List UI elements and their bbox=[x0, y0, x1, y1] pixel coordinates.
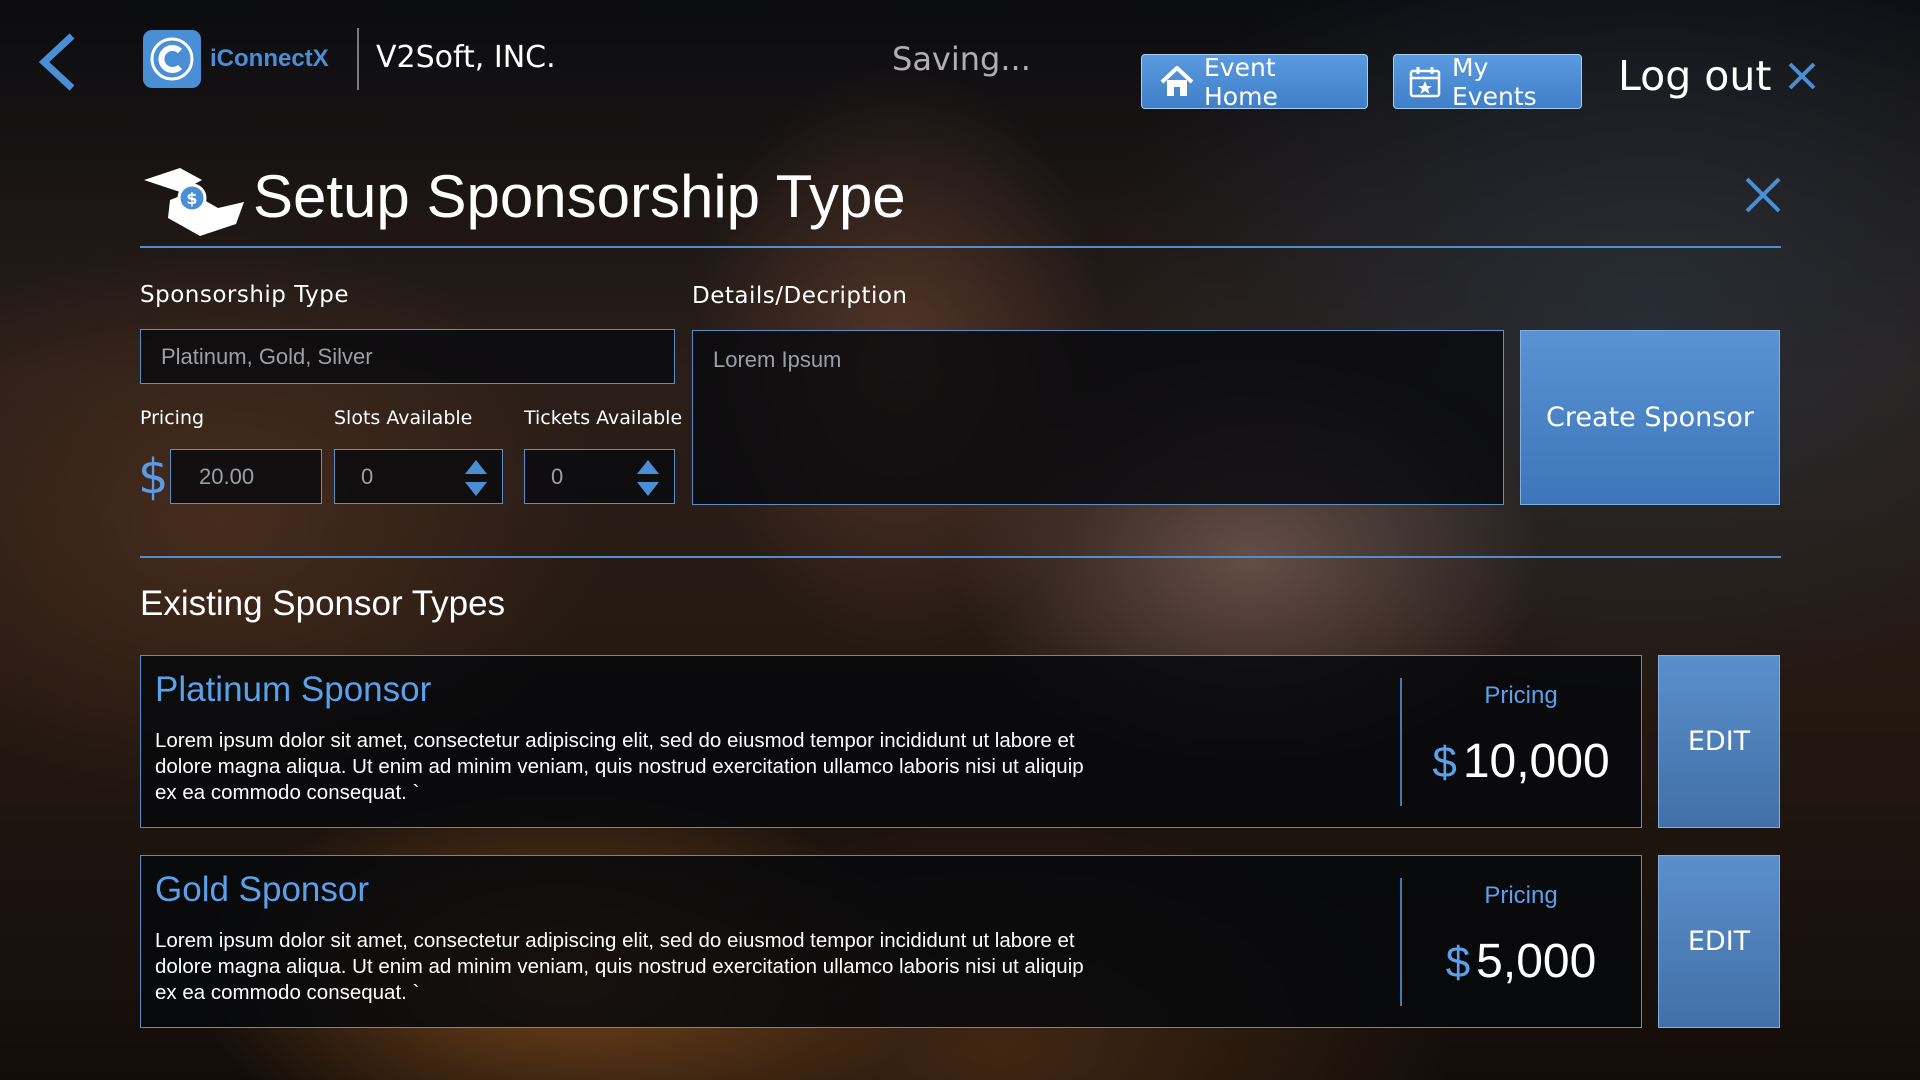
create-sponsor-button[interactable]: Create Sponsor bbox=[1520, 330, 1780, 505]
pricing-label: Pricing bbox=[1484, 682, 1558, 709]
page-title: Setup Sponsorship Type bbox=[253, 163, 906, 230]
sponsor-price: $5,000 bbox=[1401, 934, 1641, 989]
price-amount: 10,000 bbox=[1462, 735, 1610, 788]
calendar-star-icon bbox=[1408, 65, 1442, 99]
details-label: Details/Decription bbox=[692, 283, 908, 309]
existing-sponsor-types-title: Existing Sponsor Types bbox=[140, 584, 506, 623]
slots-available-label: Slots Available bbox=[334, 407, 473, 429]
logout-label: Log out bbox=[1618, 52, 1772, 100]
panel-close-button[interactable] bbox=[1744, 176, 1782, 214]
slots-value: 0 bbox=[361, 463, 374, 489]
tickets-available-label: Tickets Available bbox=[524, 407, 683, 429]
iconnectx-logo-icon bbox=[143, 30, 201, 88]
pricing-label: Pricing bbox=[1484, 882, 1558, 909]
event-home-button[interactable]: Event Home bbox=[1141, 52, 1368, 111]
sponsor-description: Lorem ipsum dolor sit amet, consectetur … bbox=[155, 729, 1084, 804]
sponsorship-handshake-icon: $ bbox=[140, 162, 248, 240]
up-down-arrows-icon[interactable] bbox=[464, 458, 488, 498]
brand-logo: iConnectX bbox=[143, 29, 329, 89]
sponsor-card-platinum: Platinum Sponsor Lorem ipsum dolor sit a… bbox=[140, 655, 1642, 828]
currency-symbol: $ bbox=[138, 449, 169, 505]
edit-platinum-button[interactable]: EDIT bbox=[1658, 655, 1780, 828]
svg-text:$: $ bbox=[186, 189, 197, 208]
price-amount: 5,000 bbox=[1476, 935, 1597, 988]
pricing-input[interactable]: 20.00 bbox=[170, 449, 322, 504]
tickets-value: 0 bbox=[551, 463, 564, 489]
edit-gold-button[interactable]: EDIT bbox=[1658, 855, 1780, 1028]
sponsorship-type-label: Sponsorship Type bbox=[140, 282, 350, 308]
my-events-label: My Events bbox=[1452, 52, 1537, 111]
close-icon bbox=[1745, 177, 1781, 213]
event-home-label: Event Home bbox=[1204, 52, 1278, 111]
pricing-label: Pricing bbox=[140, 407, 205, 429]
up-down-arrows-icon[interactable] bbox=[636, 458, 660, 498]
slots-available-stepper[interactable]: 0 bbox=[334, 449, 503, 504]
currency-symbol: $ bbox=[1445, 938, 1471, 987]
form-divider bbox=[140, 556, 1781, 558]
sponsor-description: Lorem ipsum dolor sit amet, consectetur … bbox=[155, 929, 1084, 1004]
company-name: V2Soft, INC. bbox=[376, 40, 556, 75]
sponsor-name: Gold Sponsor bbox=[155, 870, 370, 909]
logout-button[interactable]: Log out bbox=[1618, 52, 1817, 100]
brand-name: iConnectX bbox=[210, 45, 329, 72]
save-status: Saving... bbox=[892, 40, 1031, 78]
my-events-button[interactable]: My Events bbox=[1393, 52, 1582, 111]
sponsorship-type-input[interactable]: Platinum, Gold, Silver bbox=[140, 329, 675, 384]
chevron-left-icon bbox=[38, 33, 75, 91]
title-divider bbox=[140, 246, 1781, 248]
back-button[interactable] bbox=[36, 32, 80, 92]
currency-symbol: $ bbox=[1432, 738, 1457, 787]
sponsor-name: Platinum Sponsor bbox=[155, 670, 432, 709]
home-icon bbox=[1160, 65, 1194, 99]
sponsor-price: $10,000 bbox=[1401, 734, 1641, 789]
sponsor-card-gold: Gold Sponsor Lorem ipsum dolor sit amet,… bbox=[140, 855, 1642, 1028]
header-divider bbox=[357, 28, 359, 90]
tickets-available-stepper[interactable]: 0 bbox=[524, 449, 675, 504]
details-textarea[interactable]: Lorem Ipsum bbox=[692, 330, 1504, 505]
close-icon bbox=[1789, 62, 1816, 90]
